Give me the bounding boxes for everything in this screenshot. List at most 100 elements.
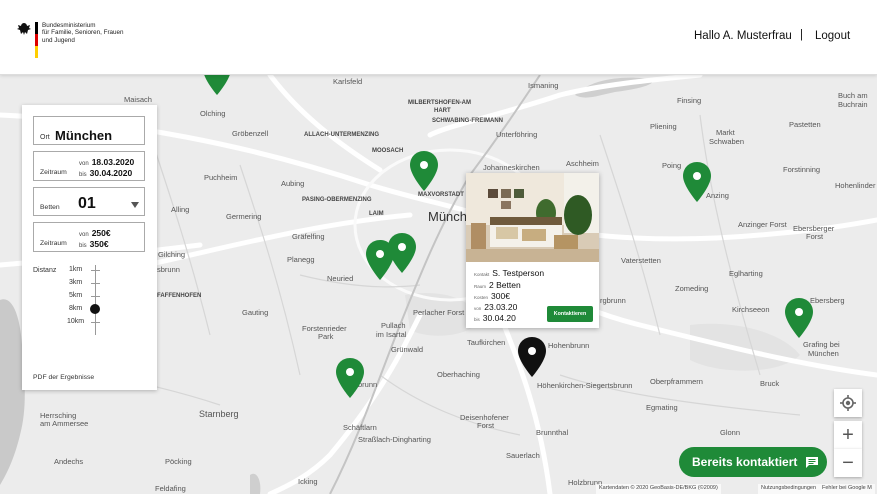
contact-button[interactable]: Kontaktieren xyxy=(547,306,593,322)
map-place-label: Pöcking xyxy=(165,457,192,466)
from-label: von xyxy=(474,306,482,311)
map-place-label: Aschheim xyxy=(566,159,599,168)
von-label: von xyxy=(79,161,89,167)
slider-tick xyxy=(91,270,100,271)
map-place-label: Forstinning xyxy=(783,165,821,174)
my-location-button[interactable] xyxy=(834,389,862,417)
preis-label: Zeitraum xyxy=(40,240,67,247)
preis-bis-value: 350€ xyxy=(89,239,109,249)
distance-option[interactable]: 1km xyxy=(69,266,82,273)
map-place-label: München xyxy=(808,349,839,358)
map-pin-green[interactable] xyxy=(409,150,439,192)
bis-date-row: bis 30.04.2020 xyxy=(79,168,132,178)
distance-option[interactable]: 10km xyxy=(67,318,84,325)
map-district-label: FAFFENHOFEN xyxy=(157,293,202,299)
zeitraum-field[interactable]: von 18.03.2020 Zeitraum bis 30.04.2020 xyxy=(33,151,145,181)
to-row: bis 30.04.20 xyxy=(474,313,516,323)
map-attribution: Kartendaten © 2020 GeoBasis-DE/BKG (©200… xyxy=(596,484,721,494)
german-flag xyxy=(35,22,38,58)
map-place-label: Hohenlinder xyxy=(835,181,876,190)
map-place-label: Anzinger Forst xyxy=(738,220,787,229)
from-value: 23.03.20 xyxy=(484,302,518,312)
map-place-label: Straßlach-Dingharting xyxy=(358,435,431,444)
map-pin-green[interactable] xyxy=(682,161,712,203)
map-place-label: Zomeding xyxy=(675,284,709,293)
map-place-label: Feldafing xyxy=(155,484,186,493)
preis-von-value: 250€ xyxy=(91,228,111,238)
map-place-label: Starnberg xyxy=(199,409,239,419)
slider-tick xyxy=(91,296,100,297)
map-city-label: Münch xyxy=(428,209,468,224)
distance-slider-track[interactable] xyxy=(95,265,96,335)
map-place-label: Eglharting xyxy=(729,269,763,278)
ort-field[interactable]: Ort München xyxy=(33,116,145,145)
map-place-label: Olching xyxy=(200,109,226,118)
map-place-label: rgbrunn xyxy=(600,296,626,305)
zoom-out-button[interactable]: − xyxy=(834,449,862,477)
logout-link[interactable]: Logout xyxy=(815,30,850,42)
map-pin-selected[interactable] xyxy=(517,336,547,378)
betten-select[interactable]: Betten 01 xyxy=(33,187,145,216)
map-place-label: Pastetten xyxy=(789,120,821,129)
map-place-label: Höhenkirchen-Siegertsbrunn xyxy=(537,381,633,390)
flag-gold xyxy=(35,46,38,58)
map-place-label: Egmating xyxy=(646,403,678,412)
map-place-label: Icking xyxy=(298,477,318,486)
preis-field[interactable]: von 250€ Zeitraum bis 350€ xyxy=(33,222,145,252)
ministry-name: Bundesministerium für Familie, Senioren,… xyxy=(42,22,132,58)
map-place-label: Puchheim xyxy=(204,173,238,182)
flag-black xyxy=(35,22,38,34)
map-place-label: Forst xyxy=(477,421,495,430)
already-contacted-label: Bereits kontaktiert xyxy=(692,455,798,469)
listing-info-card: Kontakt S. Testperson Raum 2 Betten Kosten… xyxy=(466,173,599,328)
map-place-label: Vaterstetten xyxy=(621,256,661,265)
preis-bis-label: bis xyxy=(79,243,87,249)
zoom-in-button[interactable]: + xyxy=(834,421,862,449)
map-place-label: Oberhaching xyxy=(437,370,480,379)
betten-label: Betten xyxy=(40,204,60,211)
map-place-label: Johanneskirchen xyxy=(483,163,540,172)
app-header: Bundesministerium für Familie, Senioren,… xyxy=(0,0,877,75)
distance-option[interactable]: 3km xyxy=(69,279,82,286)
map-place-label: Schwaben xyxy=(709,137,745,146)
map-place-label: Taufkirchen xyxy=(467,338,506,347)
distanz-label: Distanz xyxy=(33,267,57,274)
betten-value: 01 xyxy=(78,195,96,212)
map-district-label: HART xyxy=(434,108,451,114)
map-report-link[interactable]: Fehler bei Google M xyxy=(819,484,875,494)
preis-von-label: von xyxy=(79,232,89,238)
room-value: 2 Betten xyxy=(489,280,521,290)
ministry-logo[interactable]: Bundesministerium für Familie, Senioren,… xyxy=(16,22,132,58)
map-place-label: Unterföhring xyxy=(496,130,538,139)
cost-row: Kosten 300€ xyxy=(474,291,510,301)
map-district-label: SCHWABING-FREIMANN xyxy=(432,118,503,124)
distance-slider-handle[interactable] xyxy=(90,304,100,314)
map-place-label: Gräfelfing xyxy=(292,232,325,241)
preis-bis-row: bis 350€ xyxy=(79,239,109,249)
zeitraum-label: Zeitraum xyxy=(40,169,67,176)
map-district-label: ALLACH-UNTERMENZING xyxy=(304,132,379,138)
map-place-label: Glonn xyxy=(720,428,741,437)
map-pin-green[interactable] xyxy=(784,297,814,339)
map-place-label: Pliening xyxy=(650,122,677,131)
map-place-label: Perlacher Forst xyxy=(413,308,465,317)
pdf-export-link[interactable]: PDF der Ergebnisse xyxy=(33,374,94,381)
chat-icon xyxy=(806,456,819,468)
distance-option-selected[interactable]: 8km xyxy=(69,305,82,312)
map-terms-link[interactable]: Nutzungsbedingungen xyxy=(758,484,820,494)
map-pin-green[interactable] xyxy=(387,232,417,274)
ministry-line: Bundesministerium xyxy=(42,22,96,29)
map-place-label: Markt xyxy=(716,128,735,137)
flag-red xyxy=(35,34,38,46)
map-place-label: am Ammersee xyxy=(40,419,89,428)
room-row: Raum 2 Betten xyxy=(474,280,521,290)
distance-option[interactable]: 5km xyxy=(69,292,82,299)
map-place-label: Park xyxy=(318,332,334,341)
already-contacted-button[interactable]: Bereits kontaktiert xyxy=(679,447,827,477)
map-place-label: Gröbenzell xyxy=(232,129,269,138)
map-district-label: MOOSACH xyxy=(372,148,404,154)
von-date-row: von 18.03.2020 xyxy=(79,157,134,167)
map-place-label: Alling xyxy=(171,205,190,214)
contact-value: S. Testperson xyxy=(492,268,545,278)
map-pin-green[interactable] xyxy=(335,357,365,399)
